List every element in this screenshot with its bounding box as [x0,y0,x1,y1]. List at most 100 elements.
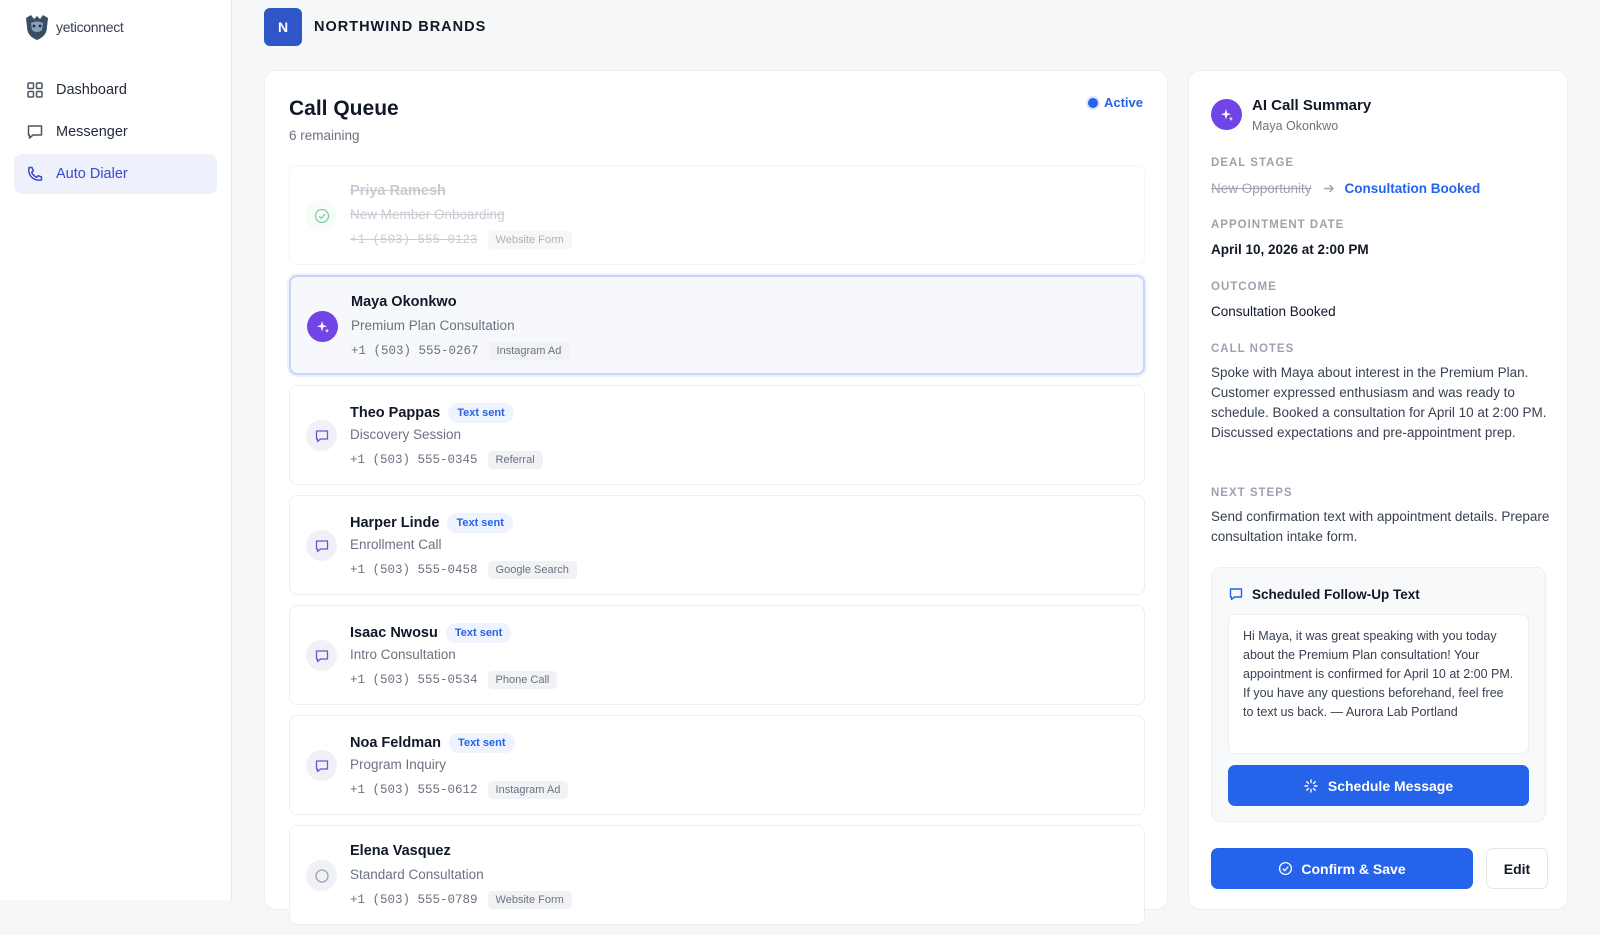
deal-stage-from: New Opportunity [1211,181,1312,196]
sparkle-icon [307,311,338,342]
sidebar-item-messenger[interactable]: Messenger [14,112,217,152]
status-label: Active [1103,95,1143,110]
call-item-current[interactable]: Maya Okonkwo Premium Plan Consultation +… [289,275,1145,375]
yeti-logo-icon [26,15,48,40]
ai-call-summary-panel: AI Call Summary Maya Okonkwo DEAL STAGE … [1188,70,1568,910]
call-item[interactable]: Elena Vasquez Standard Consultation +1 (… [289,825,1145,925]
deal-stage-label: DEAL STAGE [1211,157,1295,169]
confirm-save-button[interactable]: Confirm & Save [1211,848,1473,889]
call-phone: +1 (503) 555-0345 Referral [350,451,543,469]
schedule-message-button[interactable]: Schedule Message [1228,765,1529,806]
sidebar-item-dashboard[interactable]: Dashboard [14,70,217,110]
call-item[interactable]: Noa Feldman Text sent Program Inquiry +1 … [289,715,1145,815]
message-icon [306,420,337,451]
call-contact-name: Harper Linde Text sent [350,513,513,533]
org-avatar[interactable]: N [264,8,302,46]
page-title: Call Queue [289,97,399,120]
source-tag: Website Form [487,891,572,909]
confirm-save-label: Confirm & Save [1301,860,1406,877]
source-tag: Website Form [487,231,572,249]
phone-number: +1 (503) 555-0345 [350,453,478,467]
phone-number: +1 (503) 555-0458 [350,563,478,577]
source-tag: Referral [487,451,543,469]
call-item[interactable]: Priya Ramesh New Member Onboarding +1 (5… [289,165,1145,265]
followup-text-card: Scheduled Follow-Up Text Hi Maya, it was… [1211,567,1546,822]
appointment-date: April 10, 2026 at 2:00 PM [1211,242,1369,257]
outcome-label: OUTCOME [1211,281,1277,293]
call-type: Intro Consultation [350,647,456,662]
call-item[interactable]: Isaac Nwosu Text sent Intro Consultation … [289,605,1145,705]
appointment-label: APPOINTMENT DATE [1211,219,1345,231]
check-circle-icon [306,200,337,231]
app-logo[interactable]: yeticonnect [22,12,124,42]
call-type: Standard Consultation [350,867,484,882]
outcome-value: Consultation Booked [1211,304,1336,319]
status-dot-icon [1087,97,1098,108]
call-phone: +1 (503) 555-0534 Phone Call [350,671,558,689]
call-queue-panel: Call Queue 6 remaining Active Priya Rame… [264,70,1168,925]
status-badge: Active [1087,95,1143,110]
message-icon [27,125,43,139]
org-name: NORTHWIND BRANDS [314,19,487,35]
org-header: N NORTHWIND BRANDS [264,8,486,46]
call-notes-label: CALL NOTES [1211,343,1295,355]
summary-title: AI Call Summary [1252,97,1372,114]
deal-stage-to: Consultation Booked [1344,181,1481,196]
call-phone: +1 (503) 555-0612 Instagram Ad [350,781,569,799]
message-icon [306,640,337,671]
call-contact-name: Theo Pappas Text sent [350,403,514,423]
phone-number: +1 (503) 555-0612 [350,783,478,797]
deal-stage: New Opportunity Consultation Booked [1211,181,1480,196]
source-tag: Instagram Ad [487,781,569,799]
source-tag: Phone Call [487,671,558,689]
call-phone: +1 (503) 555-0789 Website Form [350,891,572,909]
message-icon [1229,588,1243,601]
edit-button[interactable]: Edit [1486,848,1548,889]
sparkle-icon [1211,99,1242,130]
call-item[interactable]: Harper Linde Text sent Enrollment Call +1… [289,495,1145,595]
sidebar-nav: Dashboard Messenger Auto Dialer [14,70,217,196]
pending-circle-icon [306,860,337,891]
message-icon [306,750,337,781]
followup-title: Scheduled Follow-Up Text [1252,586,1420,602]
call-phone: +1 (503) 555-0267 Instagram Ad [351,342,570,360]
call-contact-name: Elena Vasquez [350,843,451,859]
text-sent-badge: Text sent [448,403,514,423]
call-type: Discovery Session [350,427,462,442]
followup-message-field[interactable]: Hi Maya, it was great speaking with you … [1228,614,1529,754]
sidebar-item-label: Dashboard [56,82,127,98]
phone-number: +1 (503) 555-0123 [350,233,478,247]
call-contact-name: Noa Feldman Text sent [350,733,515,753]
summary-contact: Maya Okonkwo [1252,119,1339,133]
call-notes: Spoke with Maya about interest in the Pr… [1211,365,1547,440]
phone-icon [28,166,43,181]
call-contact-name: Isaac Nwosu Text sent [350,623,512,643]
call-type: Premium Plan Consultation [351,318,515,333]
text-sent-badge: Text sent [447,513,513,533]
followup-header: Scheduled Follow-Up Text [1228,586,1420,602]
call-contact-name: Priya Ramesh [350,183,446,199]
call-type: New Member Onboarding [350,207,505,222]
logo-text: yeticonnect [56,19,124,35]
call-phone: +1 (503) 555-0123 Website Form [350,231,572,249]
call-contact-name: Maya Okonkwo [351,294,457,310]
call-type: Enrollment Call [350,537,442,552]
grid-icon [27,82,43,98]
schedule-message-label: Schedule Message [1327,777,1454,794]
call-item[interactable]: Theo Pappas Text sent Discovery Session +… [289,385,1145,485]
sidebar-item-label: Messenger [56,124,128,140]
call-list: Priya Ramesh New Member Onboarding +1 (5… [289,165,1145,935]
sidebar-item-auto-dialer[interactable]: Auto Dialer [14,154,217,194]
source-tag: Instagram Ad [488,342,570,360]
queue-remaining-count: 6 remaining [289,128,360,143]
sidebar: yeticonnect Dashboard Messenger Auto Dia… [0,0,232,900]
phone-number: +1 (503) 555-0267 [351,344,479,358]
next-steps: Send confirmation text with appointment … [1211,509,1550,544]
spinner-icon [1304,778,1318,793]
check-circle-icon [1279,861,1293,876]
next-steps-label: NEXT STEPS [1211,487,1293,499]
sidebar-item-label: Auto Dialer [56,166,128,182]
text-sent-badge: Text sent [449,733,515,753]
call-phone: +1 (503) 555-0458 Google Search [350,561,577,579]
phone-number: +1 (503) 555-0534 [350,673,478,687]
